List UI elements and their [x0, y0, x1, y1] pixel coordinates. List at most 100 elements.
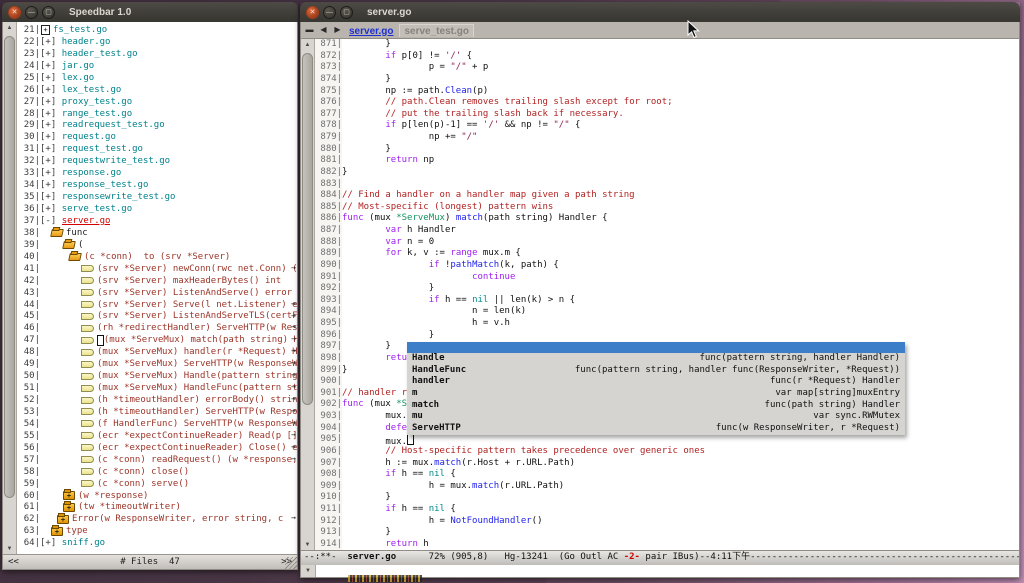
code-line[interactable]: 887| var h Handler: [315, 225, 1019, 237]
autocomplete-candidate[interactable]: matchfunc(path string) Handler: [407, 400, 905, 412]
autocomplete-candidate[interactable]: handlerfunc(r *Request) Handler: [407, 376, 905, 388]
close-icon[interactable]: ✕: [8, 6, 21, 19]
speedbar-item[interactable]: 36|[+] serve_test.go: [17, 203, 297, 215]
code-line[interactable]: 889| for k, v := range mux.m {: [315, 248, 1019, 260]
expand-icon[interactable]: [+]: [40, 180, 56, 190]
code-line[interactable]: 909| h = mux.match(r.URL.Path): [315, 481, 1019, 493]
autocomplete-candidate[interactable]: Handlefunc(pattern string, handler Handl…: [407, 353, 905, 365]
scroll-down-icon[interactable]: ▼: [302, 539, 314, 550]
code-line[interactable]: 890| if !pathMatch(k, path) {: [315, 260, 1019, 272]
code-line[interactable]: 883|: [315, 179, 1019, 191]
tabbar-collapse-icon[interactable]: ▬: [303, 24, 316, 36]
code-line[interactable]: 914| return h: [315, 539, 1019, 550]
scroll-up-icon[interactable]: ▲: [302, 39, 314, 50]
code-line[interactable]: 882|}: [315, 167, 1019, 179]
code-line[interactable]: 896| }: [315, 330, 1019, 342]
tab-back-icon[interactable]: ◀: [317, 24, 330, 36]
speedbar-item[interactable]: 33|[+] response.go: [17, 167, 297, 179]
speedbar-item[interactable]: 38|func: [17, 227, 297, 239]
speedbar-item[interactable]: 55|(ecr *expectContinueReader) Read(p []…: [17, 430, 297, 442]
autocomplete-candidate[interactable]: muvar sync.RWMutex: [407, 411, 905, 423]
code-line[interactable]: 910| }: [315, 492, 1019, 504]
code-line[interactable]: 885|// Most-specific (longest) pattern w…: [315, 202, 1019, 214]
code-line[interactable]: 871| }: [315, 39, 1019, 51]
speedbar-item[interactable]: 59|(c *conn) serve(): [17, 478, 297, 490]
speedbar-page-left[interactable]: <<: [8, 557, 19, 567]
autocomplete-candidate[interactable]: mvar map[string]muxEntry: [407, 388, 905, 400]
speedbar-item[interactable]: 41|(srv *Server) newConn(rwc net.Conn) (…: [17, 263, 297, 275]
speedbar-item[interactable]: 60|+(w *response): [17, 490, 297, 502]
code-line[interactable]: 908| if h == nil {: [315, 469, 1019, 481]
scroll-up-icon[interactable]: ▲: [4, 22, 16, 33]
code-line[interactable]: 906| // Host-specific pattern takes prec…: [315, 446, 1019, 458]
speedbar-item[interactable]: 64|[+] sniff.go: [17, 537, 297, 549]
code-line[interactable]: 880| }: [315, 144, 1019, 156]
speedbar-item[interactable]: 61|+(tw *timeoutWriter): [17, 502, 297, 514]
editor-scroll-thumb[interactable]: [302, 53, 313, 405]
speedbar-item[interactable]: 24|[+] jar.go: [17, 60, 297, 72]
speedbar-item[interactable]: 25|[+] lex.go: [17, 72, 297, 84]
speedbar-item[interactable]: 62|+Error(w ResponseWriter, error string…: [17, 513, 297, 525]
speedbar-item[interactable]: 31|[+] request_test.go: [17, 143, 297, 155]
code-line[interactable]: 891| continue: [315, 272, 1019, 284]
speedbar-titlebar[interactable]: ✕ — ▢ Speedbar 1.0: [2, 2, 298, 23]
tab-serve_test.go[interactable]: serve_test.go: [399, 24, 473, 37]
code-line[interactable]: 894| n = len(k): [315, 306, 1019, 318]
code-line[interactable]: 905| mux.: [315, 434, 1019, 446]
scroll-down-icon[interactable]: ▼: [4, 543, 16, 554]
speedbar-item[interactable]: 57|(c *conn) readRequest() (w *response,…: [17, 454, 297, 466]
expand-icon[interactable]: [+]: [40, 73, 56, 83]
speedbar-item[interactable]: 45|(srv *Server) ListenAndServeTLS(certF…: [17, 311, 297, 323]
speedbar-item[interactable]: 51|(mux *ServeMux) HandleFunc(pattern st…: [17, 382, 297, 394]
code-line[interactable]: 892| }: [315, 283, 1019, 295]
modeline[interactable]: --:**- server.go 72% (905,8) Hg-13241 (G…: [301, 550, 1019, 565]
close-icon[interactable]: ✕: [306, 6, 319, 19]
speedbar-item[interactable]: 30|[+] request.go: [17, 131, 297, 143]
speedbar-item[interactable]: 48|(mux *ServeMux) handler(r *Request) H…: [17, 346, 297, 358]
speedbar-item[interactable]: 34|[+] response_test.go: [17, 179, 297, 191]
expand-icon[interactable]: [+]: [40, 61, 56, 71]
speedbar-item[interactable]: 40|(c *conn) to (srv *Server): [17, 251, 297, 263]
expand-icon[interactable]: [+]: [40, 156, 56, 166]
code-line[interactable]: 874| }: [315, 74, 1019, 86]
code-line[interactable]: 884|// Find a handler on a handler map g…: [315, 190, 1019, 202]
expand-icon[interactable]: [+]: [40, 120, 56, 130]
code-line[interactable]: 893| if h == nil || len(k) > n {: [315, 295, 1019, 307]
code-line[interactable]: 895| h = v.h: [315, 318, 1019, 330]
minimize-icon[interactable]: —: [323, 6, 336, 19]
maximize-icon[interactable]: ▢: [42, 6, 55, 19]
speedbar-item[interactable]: 23|[+] header_test.go: [17, 48, 297, 60]
speedbar-item[interactable]: 39|(: [17, 239, 297, 251]
speedbar-item[interactable]: 54|(f HandlerFunc) ServeHTTP(w ResponseW…: [17, 418, 297, 430]
collapse-icon[interactable]: [-]: [40, 216, 56, 226]
speedbar-item[interactable]: 27|[+] proxy_test.go: [17, 96, 297, 108]
code-line[interactable]: 872| if p[0] != '/' {: [315, 51, 1019, 63]
code-line[interactable]: 907| h := mux.match(r.Host + r.URL.Path): [315, 458, 1019, 470]
code-line[interactable]: 886|func (mux *ServeMux) match(path stri…: [315, 213, 1019, 225]
speedbar-scroll-thumb[interactable]: [4, 36, 15, 498]
expand-icon[interactable]: [+]: [40, 132, 56, 142]
tab-forward-icon[interactable]: ▶: [331, 24, 344, 36]
expand-icon[interactable]: [+]: [40, 144, 56, 154]
speedbar-item[interactable]: 63|+type: [17, 525, 297, 537]
editor-titlebar[interactable]: ✕ — ▢ server.go: [300, 2, 1020, 23]
autocomplete-candidate[interactable]: ServeHTTPfunc(w ResponseWriter, r *Reque…: [407, 423, 905, 435]
code-line[interactable]: 913| }: [315, 527, 1019, 539]
expand-icon[interactable]: [+]: [40, 97, 56, 107]
speedbar-item[interactable]: 35|[+] responsewrite_test.go: [17, 191, 297, 203]
expand-icon[interactable]: [+]: [40, 538, 56, 548]
speedbar-item[interactable]: 29|[+] readrequest_test.go: [17, 120, 297, 132]
expand-icon[interactable]: [+]: [40, 85, 56, 95]
speedbar-item[interactable]: 49|(mux *ServeMux) ServeHTTP(w ResponseW…: [17, 358, 297, 370]
speedbar-scrollbar[interactable]: ▲ ▼: [3, 22, 17, 554]
code-line[interactable]: 876| // path.Clean removes trailing slas…: [315, 97, 1019, 109]
expand-icon[interactable]: [+]: [40, 192, 56, 202]
speedbar-item[interactable]: 28|[+] range_test.go: [17, 108, 297, 120]
code-line[interactable]: 877| // put the trailing slash back if n…: [315, 109, 1019, 121]
speedbar-item[interactable]: 58|(c *conn) close(): [17, 466, 297, 478]
code-line[interactable]: 912| h = NotFoundHandler(): [315, 516, 1019, 528]
code-line[interactable]: 878| if p[len(p)-1] == '/' && np != "/" …: [315, 120, 1019, 132]
code-line[interactable]: 881| return np: [315, 155, 1019, 167]
speedbar-item[interactable]: 52|(h *timeoutHandler) errorBody() strin…: [17, 394, 297, 406]
expand-icon[interactable]: [+]: [40, 109, 56, 119]
